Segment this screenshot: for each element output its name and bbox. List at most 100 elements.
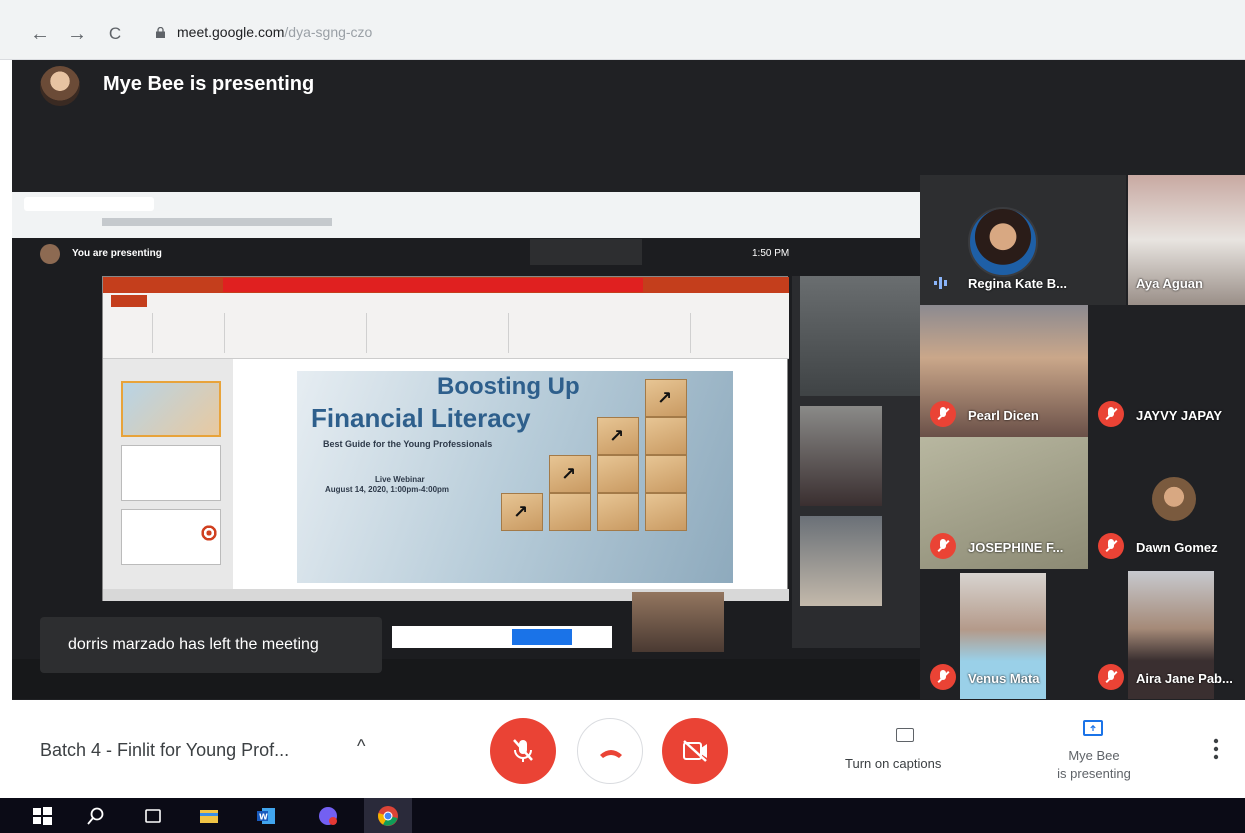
present-button-label[interactable]: is presenting (1034, 766, 1154, 781)
shared-browser-tab (24, 197, 154, 211)
up-arrow-icon: ↗ (657, 388, 673, 408)
slide-date: August 14, 2020, 1:00pm-4:00pm (325, 485, 450, 494)
speaking-indicator-icon (934, 277, 947, 289)
participant-name: Dawn Gomez (1136, 540, 1218, 555)
wooden-block: ↗ (549, 455, 591, 493)
wooden-block (645, 417, 687, 455)
participant-tile[interactable]: Pearl Dicen (920, 305, 1088, 437)
mic-off-icon (930, 664, 956, 690)
slide-thumbnail (121, 445, 221, 501)
avatar (968, 207, 1038, 277)
participant-name: JAYVY JAPAY (1136, 408, 1223, 423)
participant-tile[interactable]: Aya Aguan (1128, 175, 1245, 305)
shared-presenting-label: You are presenting (72, 248, 162, 259)
present-button-label[interactable]: Mye Bee (1064, 748, 1124, 763)
shared-participant-tile (800, 276, 920, 396)
participant-tile[interactable]: Dawn Gomez (1088, 437, 1245, 569)
shared-participant-chip (530, 239, 642, 265)
presenter-avatar (40, 66, 80, 106)
wooden-block (597, 493, 639, 531)
viber-icon[interactable] (316, 804, 340, 828)
participant-tile[interactable]: Venus Mata (920, 569, 1088, 700)
participant-name: Aya Aguan (1136, 276, 1203, 291)
present-icon[interactable] (1083, 720, 1103, 736)
participant-tile[interactable]: JAYVY JAPAY (1088, 305, 1245, 437)
wooden-block: ↗ (645, 379, 687, 417)
mic-off-icon (1098, 533, 1124, 559)
mic-off-icon (513, 739, 533, 762)
captions-icon[interactable] (896, 728, 914, 742)
word-icon[interactable]: W (254, 804, 278, 828)
ribbon-editing-group (693, 313, 773, 353)
shared-presenter-avatar (40, 244, 60, 264)
meeting-details-button[interactable]: Batch 4 - Finlit for Young Prof... (40, 740, 289, 761)
forward-arrow-icon[interactable]: → (65, 22, 89, 46)
task-view-icon[interactable] (141, 804, 165, 828)
hang-up-button[interactable] (577, 718, 643, 784)
url-host: meet.google.com (177, 24, 285, 40)
presenter-banner: Mye Bee is presenting (103, 73, 315, 95)
mic-off-icon (1098, 401, 1124, 427)
shared-participant-tile (800, 406, 882, 506)
participant-name: Pearl Dicen (968, 408, 1039, 423)
slide-thumbnail-pane (103, 359, 233, 589)
shared-url-bar (102, 218, 332, 226)
file-explorer-icon[interactable] (197, 804, 221, 828)
wooden-block (645, 455, 687, 493)
browser-toolbar: ← → C meet.google.com/dya-sgng-czo (0, 0, 1245, 60)
participant-tile[interactable]: JOSEPHINE F... (920, 437, 1088, 569)
powerpoint-title-highlight (223, 278, 643, 292)
shared-browser-chrome (12, 192, 920, 238)
search-icon[interactable] (84, 804, 108, 828)
shared-stop-sharing-bar (392, 626, 612, 648)
participant-name: Aira Jane Pab... (1136, 671, 1233, 686)
more-vert-icon[interactable] (1212, 738, 1220, 760)
powerpoint-ribbon (103, 293, 789, 359)
participant-name: Regina Kate B... (968, 276, 1067, 291)
powerpoint-file-tab (111, 295, 147, 307)
up-arrow-icon: ↗ (513, 502, 529, 522)
meet-control-bar: Batch 4 - Finlit for Young Prof... ^ Tur… (0, 700, 1245, 798)
shared-clock: 1:50 PM (752, 248, 790, 259)
mic-off-icon (1098, 664, 1124, 690)
participant-name: JOSEPHINE F... (968, 540, 1064, 555)
avatar (1152, 477, 1196, 521)
address-bar[interactable]: meet.google.com/dya-sgng-czo (177, 24, 372, 40)
reload-icon[interactable]: C (103, 22, 127, 46)
chrome-icon[interactable] (376, 804, 400, 828)
ribbon-slides-group (155, 313, 225, 353)
slide-title-line1: Boosting Up (437, 373, 580, 400)
wooden-block (645, 493, 687, 531)
camera-toggle-button[interactable] (662, 718, 728, 784)
slide-event-label: Live Webinar (375, 475, 425, 484)
chevron-up-icon[interactable]: ^ (357, 736, 365, 757)
lock-icon (156, 27, 165, 38)
participant-tile[interactable]: Aira Jane Pab... (1088, 569, 1245, 700)
powerpoint-window: Boosting Up Financial Literacy Best Guid… (102, 276, 789, 601)
ribbon-font-group (227, 313, 367, 353)
ribbon-paragraph-group (369, 313, 509, 353)
participant-tile[interactable]: Regina Kate B... (920, 175, 1126, 305)
back-arrow-icon[interactable]: ← (28, 22, 52, 46)
current-slide: Boosting Up Financial Literacy Best Guid… (297, 371, 733, 583)
slide-subtitle: Best Guide for the Young Professionals (323, 439, 493, 449)
toast-message: dorris marzado has left the meeting (68, 636, 319, 653)
shared-participant-tile (632, 592, 724, 652)
wooden-block (549, 493, 591, 531)
captions-button-label[interactable]: Turn on captions (845, 756, 941, 771)
shared-participant-tile (800, 516, 882, 606)
camera-off-icon (683, 740, 707, 762)
windows-start-icon[interactable] (30, 804, 54, 828)
hang-up-icon (600, 750, 622, 758)
up-arrow-icon: ↗ (561, 464, 577, 484)
ribbon-drawing-group (511, 313, 691, 353)
windows-taskbar: W (0, 798, 1245, 833)
slide-title-line2: Financial Literacy (311, 403, 531, 433)
shared-stop-sharing-button (512, 629, 572, 645)
powerpoint-titlebar (103, 277, 789, 293)
svg-text:W: W (259, 813, 268, 822)
mic-toggle-button[interactable] (490, 718, 556, 784)
target-icon (200, 524, 218, 542)
up-arrow-icon: ↗ (609, 426, 625, 446)
mic-off-icon (930, 533, 956, 559)
